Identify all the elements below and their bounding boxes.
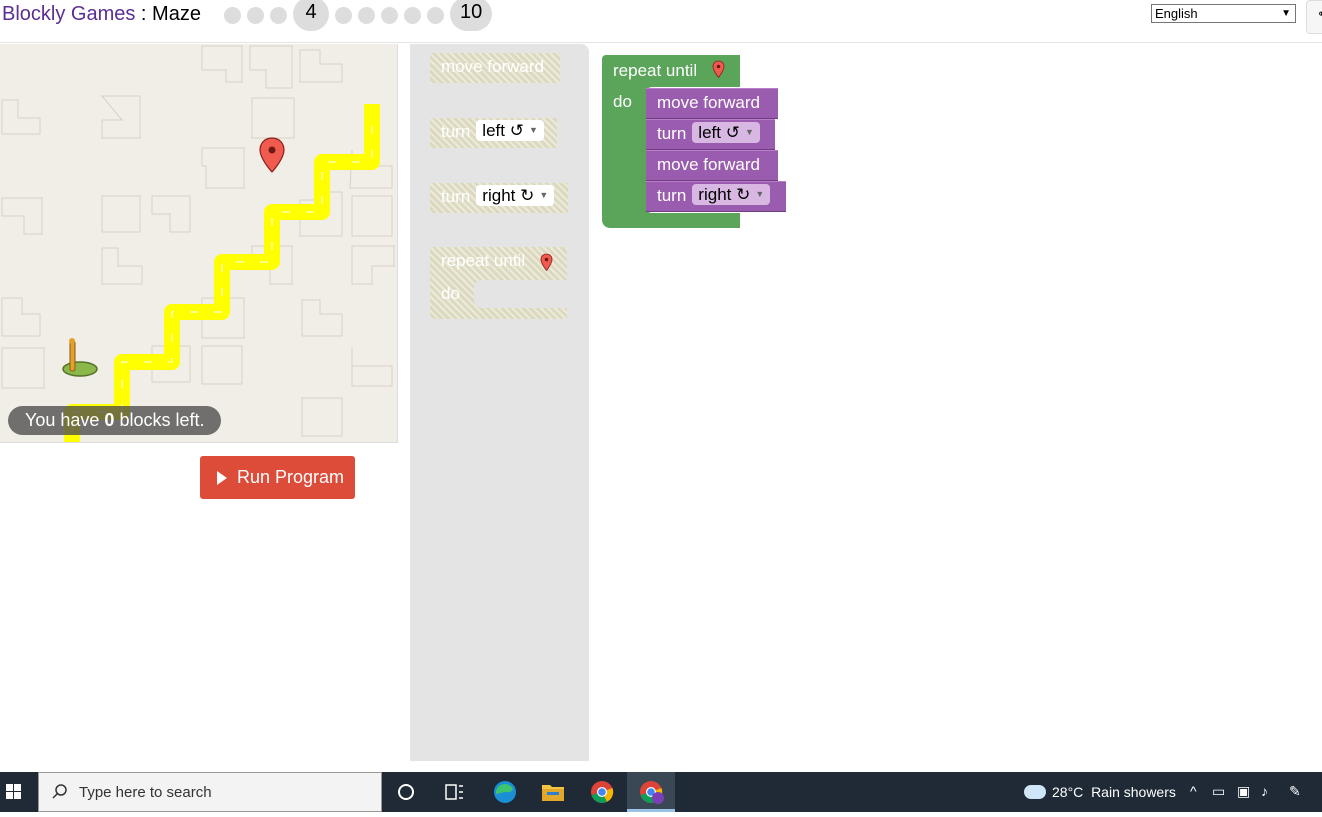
program-move-forward-block[interactable]: move forward	[646, 88, 778, 119]
do-label: do	[441, 284, 460, 303]
maze-canvas: You have 0 blocks left.	[0, 44, 398, 443]
run-program-button[interactable]: Run Program	[200, 456, 355, 499]
edge-icon	[494, 781, 516, 803]
task-view-icon	[445, 784, 463, 800]
search-placeholder: Type here to search	[79, 784, 212, 801]
taskbar-chrome-profile[interactable]	[627, 772, 675, 812]
level-1-dot[interactable]	[224, 7, 241, 24]
cortana-button[interactable]	[382, 772, 430, 812]
volume-icon[interactable]: ♪	[1261, 783, 1268, 799]
current-level[interactable]: 4	[293, 0, 329, 31]
block-label: repeat until	[441, 251, 526, 270]
language-value: English	[1155, 6, 1198, 21]
game-name: Maze	[152, 3, 201, 25]
block-label: repeat until	[613, 61, 698, 80]
level-2-dot[interactable]	[247, 7, 264, 24]
direction-dropdown[interactable]: left ↺ ▼	[692, 122, 760, 143]
do-label: do	[613, 92, 632, 111]
last-level[interactable]: 10	[450, 0, 493, 31]
dropdown-value: left ↺	[698, 123, 740, 142]
finish-marker-icon	[259, 137, 285, 173]
direction-dropdown[interactable]: right ↻ ▼	[476, 185, 555, 206]
cloud-sun-icon	[1024, 785, 1046, 800]
dropdown-value: left ↺	[482, 121, 524, 140]
capacity-bubble: You have 0 blocks left.	[8, 406, 222, 435]
block-label: turn	[657, 186, 687, 205]
level-3-dot[interactable]	[270, 7, 287, 24]
level-9-dot[interactable]	[427, 7, 444, 24]
taskbar-search-box[interactable]: Type here to search	[38, 772, 382, 812]
capacity-count: 0	[104, 410, 115, 430]
dropdown-caret-icon: ▼	[539, 190, 549, 200]
taskbar-chrome[interactable]	[578, 772, 626, 812]
chevron-down-icon: ▼	[1281, 8, 1291, 19]
direction-dropdown[interactable]: left ↺ ▼	[476, 120, 544, 141]
search-icon	[52, 784, 67, 799]
maze-drawing	[1, 45, 395, 442]
weather-condition: Rain showers	[1091, 784, 1176, 800]
capacity-suffix: blocks left.	[114, 410, 205, 430]
play-icon	[217, 471, 227, 485]
dropdown-value: right ↻	[698, 185, 751, 204]
level-selector: 4 10	[224, 0, 498, 31]
toolbox-repeat-until-block[interactable]: repeat until do	[430, 247, 567, 319]
windows-logo-icon	[6, 784, 21, 799]
block-label: turn	[441, 187, 471, 206]
block-label: turn	[441, 122, 471, 141]
taskbar-file-explorer[interactable]	[529, 772, 577, 812]
task-view-button[interactable]	[430, 772, 478, 812]
block-label: move forward	[441, 57, 544, 76]
finish-pin-icon	[712, 60, 725, 79]
weather-widget[interactable]: 28°C Rain showers	[1024, 772, 1176, 812]
chrome-profile-icon	[640, 781, 664, 804]
level-8-dot[interactable]	[404, 7, 421, 24]
chevron-up-icon[interactable]: ^	[1190, 783, 1197, 799]
pegman-icon	[62, 338, 98, 377]
dropdown-caret-icon: ▼	[529, 125, 538, 135]
start-button[interactable]	[0, 772, 38, 812]
folder-icon	[542, 785, 564, 801]
cortana-icon	[398, 784, 414, 800]
finish-pin-icon	[540, 253, 553, 272]
display-icon[interactable]: ▣	[1237, 783, 1250, 800]
direction-dropdown[interactable]: right ↻ ▼	[692, 184, 771, 205]
toolbox-turn-right-block[interactable]: turn right ↻ ▼	[430, 183, 568, 213]
maze-path	[64, 104, 380, 442]
pen-icon[interactable]: ✎	[1289, 783, 1301, 800]
chrome-icon	[591, 781, 614, 803]
program-turn-right-block[interactable]: turn right ↻ ▼	[646, 181, 786, 212]
toolbox-turn-left-block[interactable]: turn left ↺ ▼	[430, 118, 557, 148]
run-program-label: Run Program	[237, 467, 345, 487]
dropdown-value: right ↻	[482, 186, 535, 205]
maze-background-tiles	[1, 45, 395, 437]
windows-taskbar: Type here to search 28°C Rain showers ^ …	[0, 772, 1322, 812]
block-label: move forward	[657, 93, 760, 112]
taskbar-edge[interactable]	[481, 772, 529, 812]
title-separator: :	[135, 3, 153, 25]
dropdown-caret-icon: ▼	[755, 189, 765, 199]
toolbox-flyout	[410, 44, 589, 761]
block-label: turn	[657, 124, 687, 143]
capacity-prefix: You have	[25, 410, 105, 430]
page-title: Blockly Games : Maze	[2, 2, 201, 26]
empty-statement-slot	[474, 280, 567, 308]
network-icon[interactable]: ▭	[1212, 783, 1225, 800]
level-5-dot[interactable]	[335, 7, 352, 24]
dropdown-caret-icon: ▼	[745, 127, 754, 137]
link-icon[interactable]: ⚭	[1306, 0, 1322, 34]
app-home-link[interactable]: Blockly Games	[2, 3, 135, 25]
program-move-forward-block[interactable]: move forward	[646, 150, 778, 181]
program-turn-left-block[interactable]: turn left ↺ ▼	[646, 119, 775, 150]
page-header: Blockly Games : Maze 4 10 English ▼ ⚭	[0, 0, 1322, 43]
toolbox-move-forward-block[interactable]: move forward	[430, 53, 560, 83]
level-7-dot[interactable]	[381, 7, 398, 24]
level-6-dot[interactable]	[358, 7, 375, 24]
language-select[interactable]: English ▼	[1151, 4, 1296, 23]
weather-temperature: 28°C	[1052, 784, 1084, 800]
block-label: move forward	[657, 155, 760, 174]
